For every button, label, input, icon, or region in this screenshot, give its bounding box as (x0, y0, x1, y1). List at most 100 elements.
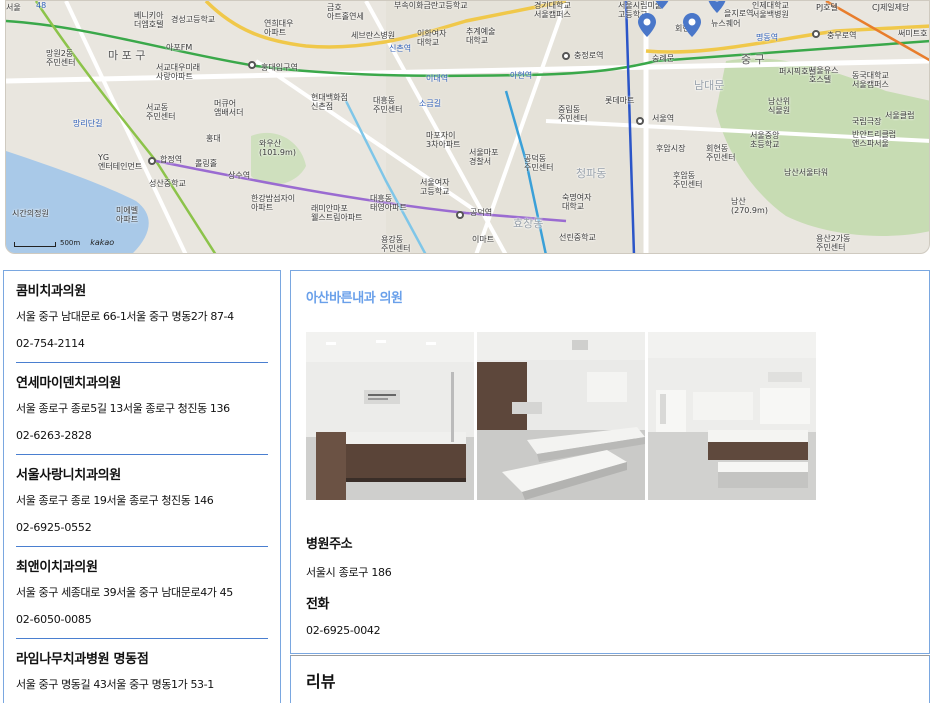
station-marker[interactable] (636, 117, 644, 125)
reception-desk-photo[interactable] (306, 332, 474, 500)
map-place-label: 효창동 (513, 217, 544, 230)
map-place-label: 신촌역 (389, 44, 412, 53)
map-place-label: 세브란스병원 (351, 31, 396, 40)
clinic-pin-icon[interactable] (683, 13, 701, 37)
map-place-label: 서울중앙 초등학교 (750, 131, 780, 149)
clinic-name: 라임나무치과병원 명동점 (16, 652, 149, 667)
station-marker[interactable] (562, 52, 570, 60)
map-place-label: 부속이화금란고등학교 (394, 1, 468, 10)
map-place-label: 명동역 (756, 33, 779, 42)
map-scale: 500m kakao (14, 238, 114, 247)
map-place-label: 남대문 (694, 79, 725, 92)
clinic-phone: 02-754-2114 (16, 337, 85, 350)
map-place-label: 이마트 (472, 235, 495, 244)
map-place-label: 써미트호 (898, 29, 928, 38)
map-place-label: PJ호텔 (816, 3, 838, 12)
map-place-label: 숭례문 (652, 54, 675, 63)
map-place-label: 인제대학교 서울백병원 (752, 1, 789, 19)
clinic-list-item[interactable]: 라임나무치과병원 명동점 서울 중구 명동길 43서울 중구 명동1가 53-1 (16, 639, 268, 703)
map-place-label: 홍대 (206, 134, 221, 143)
clinic-name: 연세마이덴치과의원 (16, 376, 121, 391)
map-place-label: 이대역 (426, 74, 449, 83)
map-place-label: 충무로역 (827, 31, 857, 40)
address-value: 서울시 종로구 186 (306, 566, 392, 579)
map-place-label: YG 엔터테인먼트 (98, 153, 143, 171)
map-place-label: 대흥동 태영아파트 (370, 194, 407, 212)
clinic-address: 서울 중구 세종대로 39서울 중구 남대문로4가 45 (16, 586, 233, 599)
map-place-label: 롤링홀 (195, 159, 218, 168)
map-place-label: 와우산 (101.9m) (259, 139, 296, 157)
clinic-pin-icon[interactable] (653, 0, 671, 9)
map-place-label: CJ제일제당 (872, 3, 910, 12)
clinic-pin-icon[interactable] (638, 13, 656, 37)
clinic-address: 서울 종로구 종로5길 13서울 종로구 청진동 136 (16, 402, 230, 415)
clinic-address: 서울 중구 남대문로 66-1서울 중구 명동2가 87-4 (16, 310, 234, 323)
map-place-label: 남산서울타워 (784, 168, 829, 177)
clinic-photo-gallery (306, 332, 816, 500)
waiting-room-photo[interactable] (477, 332, 645, 500)
map-place-label: 서교동 주민센터 (146, 103, 176, 121)
clinic-address: 서울 중구 명동길 43서울 중구 명동1가 53-1 (16, 678, 214, 691)
map-place-label: 상수역 (228, 171, 251, 180)
clinic-phone: 02-6050-0085 (16, 613, 92, 626)
map-place-label: 후암동 주민센터 (673, 171, 703, 189)
map-place-label: 아포FM (166, 43, 193, 52)
map-place-label: 을지로역 (724, 9, 754, 18)
clinic-phone: 02-6263-2828 (16, 429, 92, 442)
map-place-label: 국립극장 (852, 117, 882, 126)
map-place-label: 시간의정원 (12, 209, 49, 218)
clinic-list-item[interactable]: 최앤이치과의원 서울 중구 세종대로 39서울 중구 남대문로4가 45 02-… (16, 547, 268, 639)
clinic-name: 서울사랑니치과의원 (16, 468, 121, 483)
map-place-label: 서울유스 호스텔 (809, 66, 839, 84)
clinic-phone: 02-6925-0552 (16, 521, 92, 534)
map-place-label: 충정로역 (574, 51, 604, 60)
clinic-list-item[interactable]: 연세마이덴치과의원 서울 종로구 종로5길 13서울 종로구 청진동 136 0… (16, 363, 268, 455)
map-place-label: 동국대학교 서울캠퍼스 (852, 71, 889, 89)
station-marker[interactable] (812, 30, 820, 38)
map-place-label: 선린중학교 (559, 233, 596, 242)
map-place-label: 서울여자 고등학교 (420, 178, 450, 196)
map-place-label: 회현동 주민센터 (706, 144, 736, 162)
clinic-name: 콤비치과의원 (16, 284, 86, 299)
map-place-label: 뉴스퀘어 (711, 19, 741, 28)
map-place-label: 대흥동 주민센터 (373, 96, 403, 114)
map-place-label: 베니키아 더엠호텔 (134, 11, 164, 29)
map-place-label: 용강동 주민센터 (381, 235, 411, 253)
review-title: 리뷰 (306, 672, 336, 691)
map-place-label: 중 구 (741, 53, 765, 66)
clinic-list-item[interactable]: 서울사랑니치과의원 서울 종로구 종로 19서울 종로구 청진동 146 02-… (16, 455, 268, 547)
lobby-photo[interactable] (648, 332, 816, 500)
map-place-label: 청파동 (576, 167, 607, 180)
phone-label: 전화 (306, 597, 330, 612)
station-marker[interactable] (456, 211, 464, 219)
clinic-name: 최앤이치과의원 (16, 560, 98, 575)
map-place-label: 서울마포 경찰서 (469, 148, 499, 166)
map-place-label: 망원2동 주민센터 (46, 49, 76, 67)
map-place-label: 후암시장 (656, 144, 686, 153)
map-place-label: 공덕역 (470, 208, 493, 217)
map-place-label: 소금길 (419, 99, 442, 108)
map-place-label: 숙명여자 대학교 (562, 193, 592, 211)
map-place-label: 공덕동 주민센터 (524, 154, 554, 172)
clinic-detail-panel: 아산바른내과 의원 병원주소 서울시 종로구 186 전화 02-6925-00… (290, 270, 930, 654)
clinic-pin-icon[interactable] (708, 0, 726, 13)
clinic-list-item[interactable]: 콤비치과의원 서울 중구 남대문로 66-1서울 중구 명동2가 87-4 02… (16, 271, 268, 363)
map-place-label: 서교대우미래 사랑아파트 (156, 63, 201, 81)
clinic-list-panel[interactable]: 콤비치과의원 서울 중구 남대문로 66-1서울 중구 명동2가 87-4 02… (3, 270, 281, 703)
phone-value: 02-6925-0042 (306, 624, 381, 637)
clinic-detail-title: 아산바른내과 의원 (306, 291, 403, 306)
map-place-label: 현대백화점 신촌점 (311, 93, 348, 111)
station-marker[interactable] (148, 157, 156, 165)
map-place-label: 경기대학교 서울캠퍼스 (534, 1, 571, 19)
map-place-label: 망리단길 (73, 119, 103, 128)
map-place-label: 합정역 (160, 155, 183, 164)
map-place-label: 서울클럽 (885, 111, 915, 120)
map-place-label: 서울 (6, 3, 21, 12)
map-view[interactable]: 48 망원2동 주민센터 마 포 구 서교대우미래 사랑아파트 서교동 주민센터 머큐어 … (5, 0, 930, 254)
map-place-label: 홍대입구역 (261, 63, 298, 72)
map-place-label: 남산위 식물원 (768, 97, 791, 115)
map-place-label: 연희대우 아파트 (264, 19, 294, 37)
map-place-label: 반얀트리클럽 앤스파서울 (852, 130, 897, 148)
station-marker[interactable] (248, 61, 256, 69)
map-place-label: 추계예술 대학교 (466, 27, 496, 45)
